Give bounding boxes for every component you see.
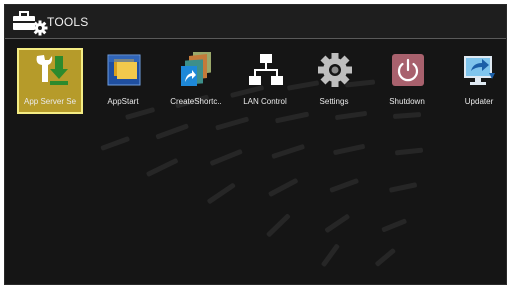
app-tile-appstart[interactable]: AppStart [90,48,156,114]
app-label: Shutdown [389,97,425,106]
app-label: AppStart [107,97,139,106]
toolbox-gear-icon [13,11,48,36]
app-tile-settings[interactable]: Settings [301,48,367,114]
appstart-icon [107,54,141,86]
app-tile-shutdown[interactable]: Shutdown [374,48,440,114]
app-tile-createshortcut[interactable]: CreateShortc.. [163,48,229,114]
app-tile-app-server-setup[interactable]: App Server Se [17,48,83,114]
app-grid: App Server Se AppStart CreateShortc.. LA… [5,48,506,118]
app-tile-lan-control[interactable]: LAN Control [232,48,298,114]
app-label: Updater [464,97,494,106]
power-icon [392,54,424,86]
app-label: App Server Se [23,97,77,106]
app-label: Settings [319,97,349,106]
gear-icon [318,53,352,87]
wrench-download-icon [36,55,68,85]
create-shortcut-icon [181,52,211,86]
launcher-screen: TOOLS App Server Se AppStart CreateShort… [4,4,507,285]
app-tile-updater[interactable]: Updater [446,48,506,114]
lan-network-icon [249,54,283,85]
updater-icon [464,56,495,85]
page-title: TOOLS [47,15,89,29]
title-bar: TOOLS [5,5,506,39]
